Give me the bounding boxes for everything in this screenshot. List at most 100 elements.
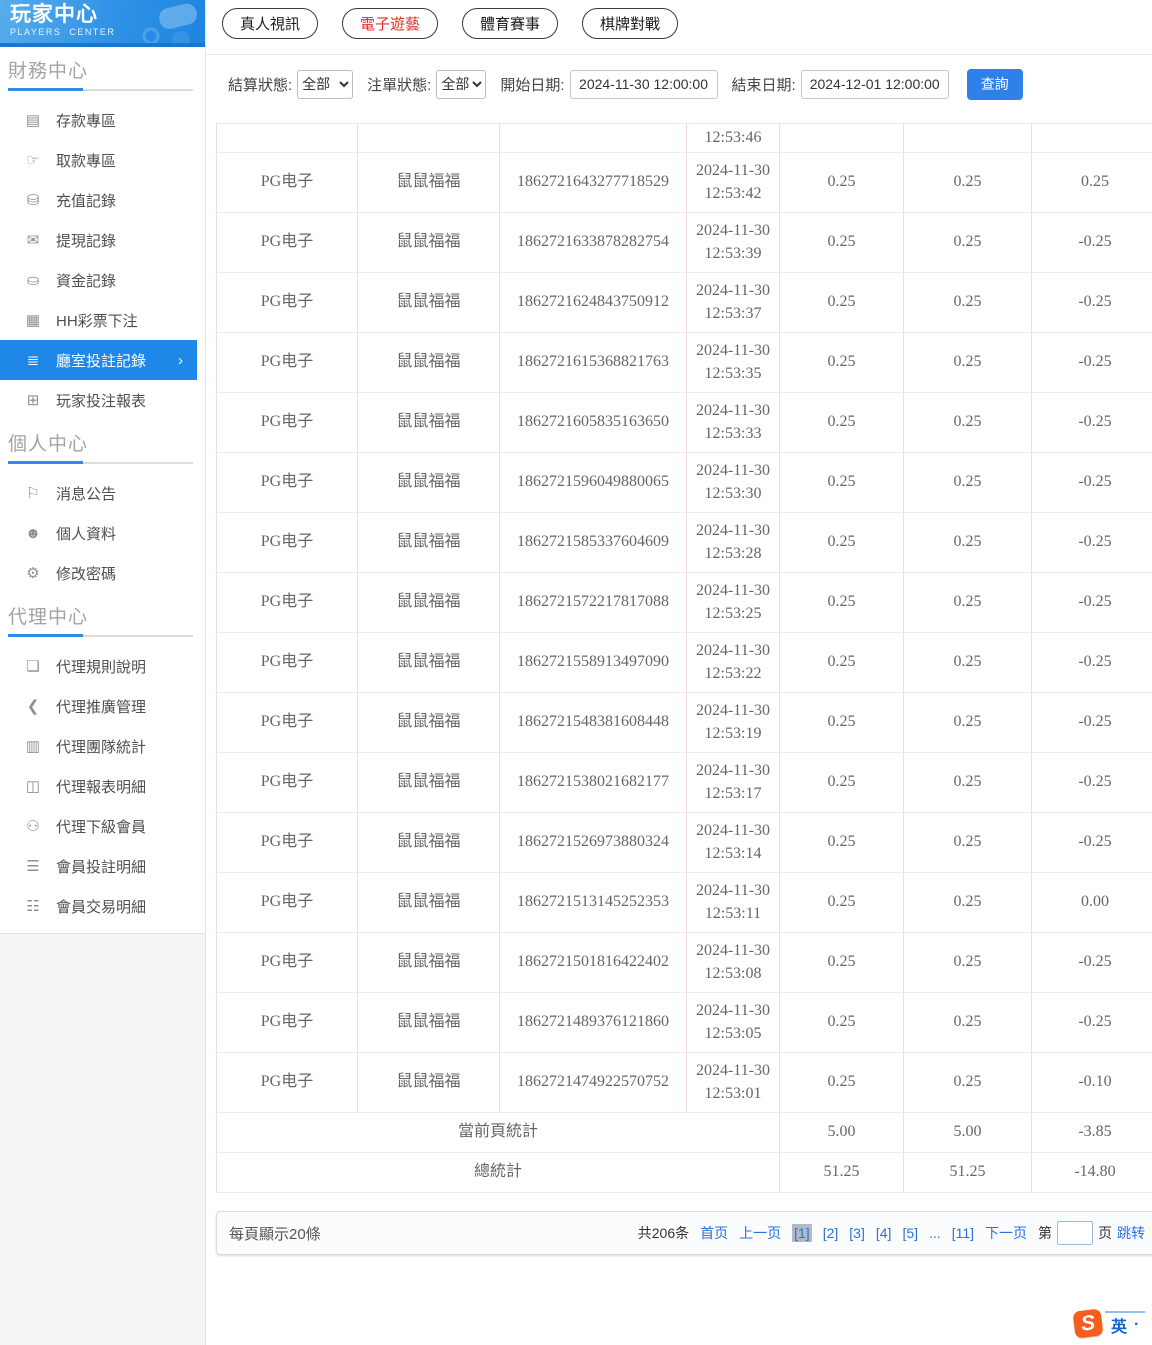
page-link[interactable]: 首页 — [700, 1223, 728, 1243]
page-link[interactable]: [3] — [849, 1225, 865, 1241]
win-loss-cell: -0.25 — [1031, 812, 1152, 873]
total-count: 共206条 — [637, 1225, 690, 1241]
bet-amount-cell — [779, 123, 904, 153]
win-loss-cell: -0.25 — [1031, 212, 1152, 273]
sidebar-item[interactable]: ▤ 存款專區 — [0, 100, 205, 140]
category-tab[interactable]: 電子遊藝 — [342, 8, 439, 39]
jump-page-input[interactable] — [1057, 1221, 1093, 1245]
valid-bet-cell: 0.25 — [903, 152, 1032, 213]
filter-bar: 結算狀態: 全部 注單狀態: 全部 開始日期: 結束日期: 查詢 — [206, 55, 1152, 113]
ime-language-mode[interactable]: 英 — [1111, 1313, 1127, 1337]
sidebar-item[interactable]: ☷ 會員交易明細 — [0, 886, 205, 926]
sidebar-item[interactable]: ⚇ 代理下級會員 — [0, 806, 205, 846]
sidebar-item[interactable]: ☻ 個人資料 — [0, 513, 205, 553]
valid-bet-cell: 0.25 — [903, 452, 1032, 513]
bet-time: 12:53:01 — [704, 1084, 762, 1102]
table-row: PG电子 鼠鼠福福 1862721526973880324 2024-11-30… — [216, 812, 1152, 873]
provider-cell: PG电子 — [216, 752, 358, 813]
win-loss-cell: -0.10 — [1031, 1052, 1152, 1113]
jump-button[interactable]: 跳转 — [1117, 1223, 1145, 1243]
sidebar-menu: 財務中心 ▤ 存款專區 ☞ 取款專區 ⛁ 充值記錄 ✉ 提現記錄 ⛀ 資金記錄 … — [0, 47, 205, 934]
table-row: PG电子 鼠鼠福福 1862721501816422402 2024-11-30… — [216, 932, 1152, 993]
sidebar-item-icon: ◫ — [25, 778, 41, 795]
bet-id-cell: 1862721548381608448 — [499, 692, 687, 753]
category-tab[interactable]: 體育賽事 — [462, 8, 559, 39]
valid-bet-cell: 0.25 — [903, 572, 1032, 633]
query-button[interactable]: 查詢 — [966, 68, 1023, 100]
start-date-input[interactable] — [569, 69, 718, 99]
sidebar-item-icon: ▤ — [25, 112, 41, 129]
bet-time: 12:53:39 — [704, 244, 762, 262]
valid-bet-cell: 0.25 — [903, 212, 1032, 273]
game-cell: 鼠鼠福福 — [357, 152, 500, 213]
time-cell: 2024-11-30 12:53:17 — [686, 752, 780, 813]
game-cell: 鼠鼠福福 — [357, 512, 500, 573]
category-tab[interactable]: 棋牌對戰 — [582, 8, 679, 39]
bet-time: 12:53:14 — [704, 844, 762, 862]
bet-id-cell: 1862721585337604609 — [499, 512, 687, 573]
page-link[interactable]: [5] — [902, 1225, 918, 1241]
bet-time: 12:53:28 — [704, 544, 762, 562]
category-tab[interactable]: 真人視訊 — [222, 8, 319, 39]
sidebar-item[interactable]: ⛀ 資金記錄 — [0, 260, 205, 300]
sidebar-item[interactable]: ☞ 取款專區 — [0, 140, 205, 180]
sidebar-item[interactable]: ⛁ 充值記錄 — [0, 180, 205, 220]
sidebar-item[interactable]: ☰ 會員投註明細 — [0, 846, 205, 886]
page-link[interactable]: [1] — [792, 1224, 812, 1242]
provider-cell: PG电子 — [216, 992, 358, 1053]
sidebar: 玩家中心 PLAYERS CENTER 財務中心 ▤ 存款專區 ☞ 取款專區 ⛁… — [0, 0, 206, 1345]
page-link[interactable]: [11] — [952, 1225, 974, 1241]
bet-id-cell: 1862721538021682177 — [499, 752, 687, 813]
page-link[interactable]: [4] — [876, 1225, 892, 1241]
sidebar-item[interactable]: ⚐ 消息公告 — [0, 473, 205, 513]
bet-date: 2024-11-30 — [695, 222, 771, 240]
page-link[interactable]: [2] — [823, 1225, 839, 1241]
order-status-select[interactable]: 全部 — [436, 69, 487, 99]
sidebar-item[interactable]: ≣ 廳室投註記錄 › — [0, 340, 197, 380]
bet-id-cell: 1862721643277718529 — [499, 152, 687, 213]
sidebar-item-label: 資金記錄 — [56, 272, 117, 290]
sogou-logo-icon[interactable]: S — [1072, 1308, 1104, 1339]
provider-cell: PG电子 — [216, 212, 358, 273]
game-cell: 鼠鼠福福 — [357, 632, 500, 693]
win-loss-cell: -0.25 — [1031, 932, 1152, 993]
sidebar-item[interactable]: ▥ 代理團隊統計 — [0, 726, 205, 766]
bet-amount-cell: 0.25 — [779, 692, 904, 753]
table-row: PG电子 鼠鼠福福 1862721605835163650 2024-11-30… — [216, 392, 1152, 453]
provider-cell: PG电子 — [216, 452, 358, 513]
valid-bet-cell: 0.25 — [903, 692, 1032, 753]
bet-time: 12:53:19 — [704, 724, 762, 742]
category-tabs: 真人視訊 電子遊藝 體育賽事 棋牌對戰 — [206, 0, 1152, 55]
sidebar-item[interactable]: ⚙ 修改密碼 — [0, 553, 205, 593]
bet-date: 2024-11-30 — [695, 882, 771, 900]
sidebar-item-label: 消息公告 — [56, 485, 117, 503]
game-cell: 鼠鼠福福 — [357, 452, 500, 513]
sidebar-item[interactable]: ⊞ 玩家投注報表 — [0, 380, 205, 420]
table-row: PG电子 鼠鼠福福 1862721572217817088 2024-11-30… — [216, 572, 1152, 633]
game-cell: 鼠鼠福福 — [357, 1052, 500, 1113]
sidebar-item-label: 存款專區 — [56, 112, 117, 130]
end-date-input[interactable] — [800, 69, 949, 99]
ime-indicator[interactable]: S 英 · — [1072, 1308, 1146, 1339]
time-cell: 2024-11-30 12:53:42 — [686, 152, 780, 213]
sidebar-item-icon: ⛁ — [26, 192, 40, 209]
sidebar-item[interactable]: ▦ HH彩票下注 — [0, 300, 205, 340]
time-cell: 2024-11-30 12:53:33 — [686, 392, 780, 453]
bet-date: 2024-11-30 — [695, 342, 771, 360]
sidebar-item-label: HH彩票下注 — [56, 312, 138, 330]
win-loss-cell: -0.25 — [1031, 632, 1152, 693]
win-loss-cell: -0.25 — [1031, 452, 1152, 513]
page-link[interactable]: 下一页 — [985, 1223, 1027, 1243]
sidebar-item[interactable]: ❮ 代理推廣管理 — [0, 686, 205, 726]
sidebar-item-icon: ✉ — [26, 232, 40, 249]
chevron-right-icon: › — [178, 351, 183, 369]
sidebar-item[interactable]: ✉ 提現記錄 — [0, 220, 205, 260]
ime-dot: · — [1134, 1315, 1140, 1333]
page-link[interactable]: 上一页 — [739, 1223, 781, 1243]
bet-date: 2024-11-30 — [695, 1062, 771, 1080]
sidebar-item[interactable]: ◫ 代理報表明細 — [0, 766, 205, 806]
bet-id-cell: 1862721624843750912 — [499, 272, 687, 333]
win-loss-cell: -0.25 — [1031, 992, 1152, 1053]
settle-status-select[interactable]: 全部 — [297, 69, 354, 99]
sidebar-item[interactable]: ❏ 代理規則說明 — [0, 646, 205, 686]
